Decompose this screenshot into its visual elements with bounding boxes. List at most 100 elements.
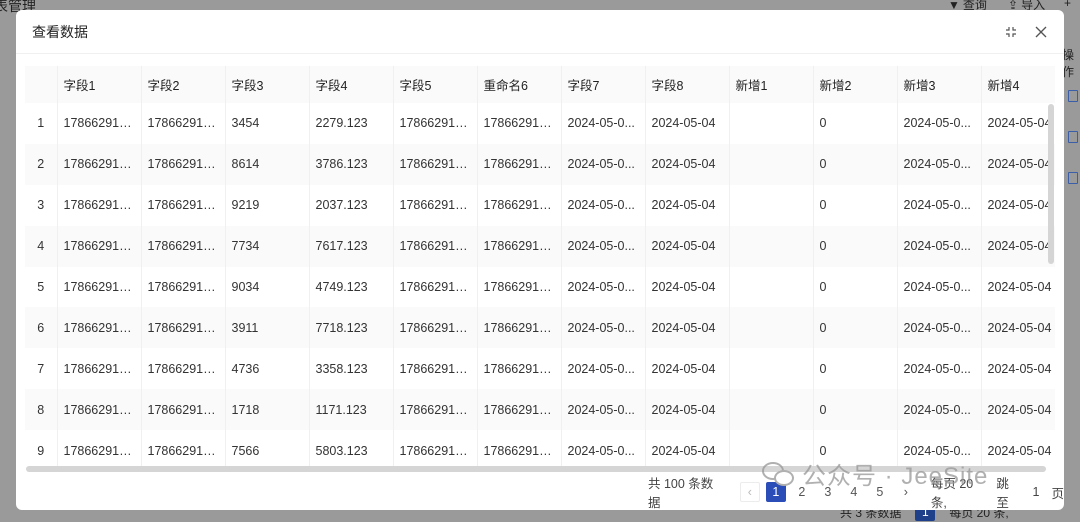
table-cell: 2024-05-0... xyxy=(897,389,982,431)
row-index: 9 xyxy=(25,430,58,472)
row-index: 3 xyxy=(25,184,58,226)
pagination: 共 100 条数据 ‹ 12345 › 每页 20 条, 跳至 1 页 xyxy=(648,477,1064,510)
column-header: 重命名6 xyxy=(477,66,562,103)
modal-title: 查看数据 xyxy=(32,23,88,40)
jump-input[interactable]: 1 xyxy=(1024,485,1047,499)
background-add-button[interactable]: + xyxy=(1064,0,1071,10)
table-cell: 9034 xyxy=(225,266,310,308)
file-icon[interactable] xyxy=(1068,90,1078,102)
column-header: 字段3 xyxy=(225,66,310,103)
table-cell: 178662910... xyxy=(393,348,478,390)
table-cell: 2024-05-0... xyxy=(561,103,646,144)
table-cell: 2024-05-04 xyxy=(645,307,730,349)
table-cell: 178662910... xyxy=(393,266,478,308)
column-header: 字段7 xyxy=(561,66,646,103)
table-cell: 4736 xyxy=(225,348,310,390)
table-cell: 2024-05-0... xyxy=(897,266,982,308)
table-cell: 178662910... xyxy=(477,103,562,144)
table-cell: 178662910... xyxy=(393,225,478,267)
table-row[interactable]: 2 178662910... 178662910... 8614 3786.123 178… xyxy=(25,143,1055,185)
table-cell: 2024-05-04 xyxy=(981,266,1055,308)
table-cell: 178662910... xyxy=(477,307,562,349)
file-icon[interactable] xyxy=(1068,131,1078,143)
data-table-container[interactable]: 字段1 字段2 字段3 字段4 字段5 重命名6 字段7 字段8 新增1 新增2 新增3 新增4 11… xyxy=(25,66,1055,474)
table-cell: 178662910... xyxy=(57,266,142,308)
table-cell: 2024-05-04 xyxy=(645,143,730,185)
table-cell: 0 xyxy=(813,103,898,144)
table-cell: 178662910... xyxy=(393,143,478,185)
background-op-header: 操作 xyxy=(1062,48,1075,79)
table-cell: 2024-05-0... xyxy=(561,430,646,472)
table-row[interactable]: 9 178662910... 178662910... 7566 5803.123 178… xyxy=(25,430,1055,472)
table-cell: 178662910... xyxy=(57,103,142,144)
jump-label: 跳至 xyxy=(996,477,1009,510)
page-button[interactable]: 3 xyxy=(818,482,838,502)
table-cell: 2024-05-04 xyxy=(981,143,1055,185)
table-row[interactable]: 8 178662910... 178662910... 1718 1171.123 178… xyxy=(25,389,1055,431)
table-cell: 2024-05-04 xyxy=(645,389,730,431)
page-button[interactable]: 4 xyxy=(844,482,864,502)
page-button[interactable]: 5 xyxy=(870,482,890,502)
table-cell: 178662910... xyxy=(141,225,226,267)
table-row[interactable]: 6 178662910... 178662910... 3911 7718.123 178… xyxy=(25,307,1055,349)
table-cell: 4749.123 xyxy=(309,266,394,308)
next-page-icon[interactable]: › xyxy=(896,482,916,502)
table-cell: 3358.123 xyxy=(309,348,394,390)
table-cell: 3786.123 xyxy=(309,143,394,185)
table-cell: 7617.123 xyxy=(309,225,394,267)
table-cell: 2024-05-04 xyxy=(645,430,730,472)
table-cell: 178662910... xyxy=(393,307,478,349)
page-size-select[interactable]: 每页 20 条, xyxy=(931,473,990,510)
table-cell: 0 xyxy=(813,184,898,226)
close-icon[interactable] xyxy=(1034,25,1048,39)
data-table: 字段1 字段2 字段3 字段4 字段5 重命名6 字段7 字段8 新增1 新增2 新增3 新增4 11… xyxy=(25,66,1055,472)
column-header: 新增4 xyxy=(981,66,1055,103)
table-cell: 2024-05-04 xyxy=(981,225,1055,267)
table-cell xyxy=(729,389,814,431)
row-index: 8 xyxy=(25,389,58,431)
page-button[interactable]: 2 xyxy=(792,482,812,502)
table-cell: 2024-05-04 xyxy=(645,348,730,390)
table-row[interactable]: 4 178662910... 178662910... 7734 7617.123 178… xyxy=(25,225,1055,267)
table-cell: 2024-05-0... xyxy=(897,307,982,349)
table-cell: 178662910... xyxy=(141,143,226,185)
table-cell: 178662910... xyxy=(141,266,226,308)
table-cell: 178662910... xyxy=(57,348,142,390)
pagination-total: 共 100 条数据 xyxy=(648,477,714,510)
row-index: 5 xyxy=(25,266,58,308)
table-cell: 2024-05-04 xyxy=(981,184,1055,226)
table-cell: 2024-05-0... xyxy=(561,266,646,308)
table-row[interactable]: 1 178662910... 178662910... 3454 2279.123 178… xyxy=(25,103,1055,144)
table-row[interactable]: 3 178662910... 178662910... 9219 2037.123 178… xyxy=(25,184,1055,226)
table-row[interactable]: 5 178662910... 178662910... 9034 4749.123 178… xyxy=(25,266,1055,308)
table-cell: 178662910... xyxy=(393,430,478,472)
table-cell: 8614 xyxy=(225,143,310,185)
vertical-scrollbar[interactable] xyxy=(1048,104,1054,264)
table-cell: 0 xyxy=(813,143,898,185)
table-cell: 178662910... xyxy=(477,184,562,226)
table-row[interactable]: 7 178662910... 178662910... 4736 3358.123 178… xyxy=(25,348,1055,390)
page-button[interactable]: 1 xyxy=(765,482,786,502)
row-index: 6 xyxy=(25,307,58,349)
row-index: 2 xyxy=(25,143,58,185)
table-cell: 178662910... xyxy=(57,143,142,185)
table-cell: 2024-05-0... xyxy=(561,389,646,431)
table-cell: 178662910... xyxy=(477,389,562,431)
table-cell: 178662910... xyxy=(57,389,142,431)
table-cell xyxy=(729,348,814,390)
table-cell: 178662910... xyxy=(141,307,226,349)
modal-header-actions xyxy=(1004,25,1048,39)
table-cell: 0 xyxy=(813,266,898,308)
table-cell: 2024-05-04 xyxy=(645,225,730,267)
file-icon[interactable] xyxy=(1068,172,1078,184)
column-header: 字段4 xyxy=(309,66,394,103)
table-cell: 178662910... xyxy=(477,348,562,390)
table-cell: 1171.123 xyxy=(309,389,394,431)
horizontal-scrollbar[interactable] xyxy=(26,466,1046,472)
prev-page-icon[interactable]: ‹ xyxy=(739,482,760,502)
table-cell: 178662910... xyxy=(141,430,226,472)
row-index: 1 xyxy=(25,103,58,144)
table-cell: 178662910... xyxy=(141,103,226,144)
fullscreen-icon[interactable] xyxy=(1004,25,1018,39)
table-cell: 0 xyxy=(813,348,898,390)
